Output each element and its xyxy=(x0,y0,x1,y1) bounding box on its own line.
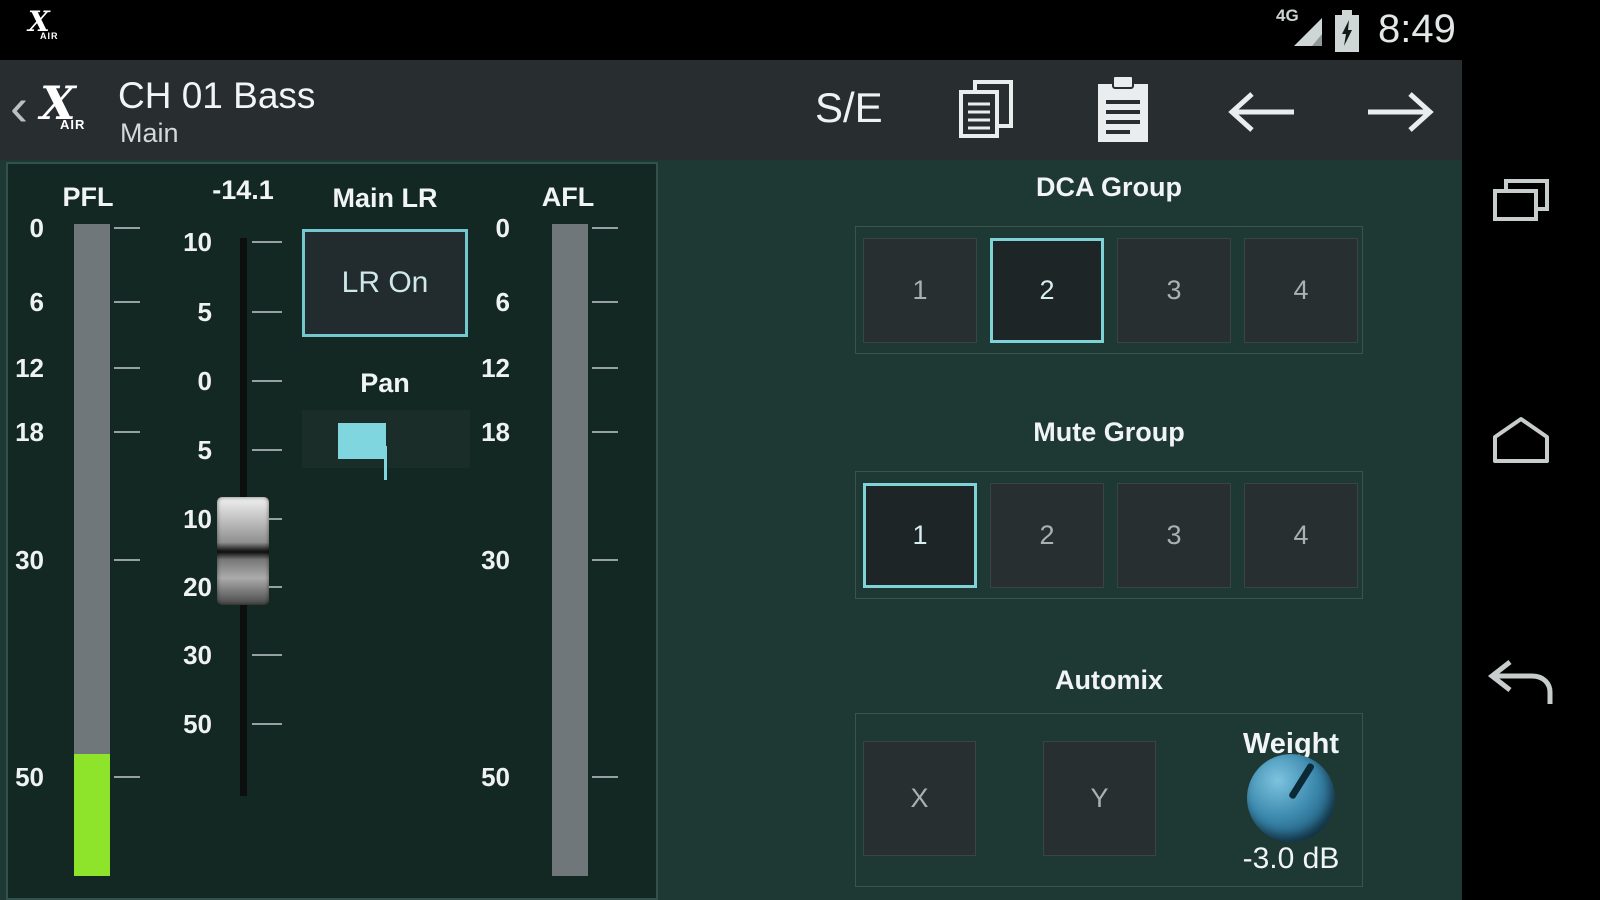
fader-scale-20: 20 xyxy=(150,573,212,601)
channel-title: CH 01 Bass xyxy=(118,75,315,117)
automix-weight-knob[interactable] xyxy=(1247,754,1335,842)
logo-air: AIR xyxy=(60,118,85,131)
dca-button-4[interactable]: 4 xyxy=(1244,238,1358,343)
android-nav-bar xyxy=(1462,60,1600,900)
pfl-tick xyxy=(114,431,140,433)
prev-channel-arrow-icon[interactable] xyxy=(1224,88,1298,136)
lr-on-button[interactable]: LR On xyxy=(302,229,468,337)
pfl-label: PFL xyxy=(53,182,123,213)
fader-db-value: -14.1 xyxy=(193,175,293,206)
back-icon[interactable] xyxy=(1486,658,1556,706)
fader-tick xyxy=(252,311,282,313)
mute-group-label: Mute Group xyxy=(1009,417,1209,448)
automix-label: Automix xyxy=(1009,665,1209,696)
mute-button-3[interactable]: 3 xyxy=(1117,483,1231,588)
fader-scale-5b: 5 xyxy=(150,436,212,464)
pfl-tick xyxy=(114,367,140,369)
pfl-tick xyxy=(114,301,140,303)
dca-button-3[interactable]: 3 xyxy=(1117,238,1231,343)
pfl-scale-18: 18 xyxy=(4,418,44,446)
pfl-scale-50: 50 xyxy=(4,763,44,791)
mute-group-box: 1 2 3 4 xyxy=(855,471,1363,599)
automix-x-button[interactable]: X xyxy=(863,741,976,856)
pfl-scale-0: 0 xyxy=(4,214,44,242)
fader-tick xyxy=(252,449,282,451)
back-button[interactable]: ‹ xyxy=(10,80,28,134)
afl-scale-12: 12 xyxy=(470,354,510,382)
afl-scale-30: 30 xyxy=(470,546,510,574)
pfl-scale-30: 30 xyxy=(4,546,44,574)
fader-tick xyxy=(252,723,282,725)
fader-tick xyxy=(252,380,282,382)
paste-icon[interactable] xyxy=(1094,76,1152,144)
automix-box: X Y Weight -3.0 dB xyxy=(855,713,1363,887)
battery-charging-icon xyxy=(1334,10,1360,52)
mute-button-4[interactable]: 4 xyxy=(1244,483,1358,588)
home-icon[interactable] xyxy=(1490,416,1552,464)
automix-weight-value: -3.0 dB xyxy=(1206,842,1376,876)
pfl-tick xyxy=(114,227,140,229)
clock: 8:49 xyxy=(1378,7,1456,52)
afl-scale-18: 18 xyxy=(470,418,510,446)
fader-scale-0: 0 xyxy=(150,367,212,395)
afl-scale-0: 0 xyxy=(470,214,510,242)
dca-button-2[interactable]: 2 xyxy=(990,238,1104,343)
dca-button-1[interactable]: 1 xyxy=(863,238,977,343)
fader-tick xyxy=(252,654,282,656)
pan-label: Pan xyxy=(340,368,430,399)
fader-scale-5a: 5 xyxy=(150,298,212,326)
dca-group-box: 1 2 3 4 xyxy=(855,226,1363,354)
afl-tick xyxy=(592,776,618,778)
pfl-meter xyxy=(74,224,110,876)
automix-y-button[interactable]: Y xyxy=(1043,741,1156,856)
afl-tick xyxy=(592,227,618,229)
afl-meter xyxy=(552,224,588,876)
pfl-scale-12: 12 xyxy=(4,354,44,382)
knob-needle xyxy=(1288,762,1315,800)
mute-button-2[interactable]: 2 xyxy=(990,483,1104,588)
recents-icon[interactable] xyxy=(1492,178,1550,222)
pfl-tick xyxy=(114,559,140,561)
afl-label: AFL xyxy=(533,182,603,213)
next-channel-arrow-icon[interactable] xyxy=(1364,88,1438,136)
xair-logo-small: X AIR xyxy=(28,8,59,41)
pfl-tick xyxy=(114,776,140,778)
afl-tick xyxy=(592,559,618,561)
logo-air: AIR xyxy=(40,32,59,41)
status-bar: X AIR 4G 8:49 xyxy=(0,0,1600,60)
solo-edit-button[interactable]: S/E xyxy=(815,84,883,132)
afl-scale-6: 6 xyxy=(470,288,510,316)
main-lr-label: Main LR xyxy=(320,183,450,214)
xair-logo: X AIR xyxy=(40,80,85,131)
screen: X AIR 4G 8:49 ‹ X AIR CH 01 Bass Main S/… xyxy=(0,0,1600,900)
fader-scale-10b: 10 xyxy=(150,505,212,533)
fader-scale-30: 30 xyxy=(150,641,212,669)
pfl-scale-6: 6 xyxy=(4,288,44,316)
fader-scale-10a: 10 xyxy=(150,228,212,256)
afl-tick xyxy=(592,431,618,433)
afl-tick xyxy=(592,301,618,303)
dca-group-label: DCA Group xyxy=(1009,172,1209,203)
fader-scale-50: 50 xyxy=(150,710,212,738)
fader-tick xyxy=(252,241,282,243)
pan-handle[interactable] xyxy=(338,423,386,459)
pan-slider[interactable] xyxy=(302,410,470,468)
signal-icon xyxy=(1292,16,1324,48)
fader-handle[interactable] xyxy=(217,497,269,605)
app-header: ‹ X AIR CH 01 Bass Main S/E xyxy=(0,60,1600,160)
channel-subtitle: Main xyxy=(120,118,179,149)
afl-scale-50: 50 xyxy=(470,763,510,791)
pan-handle-stem xyxy=(384,446,387,480)
pfl-meter-level xyxy=(74,754,110,876)
copy-icon[interactable] xyxy=(955,78,1017,142)
afl-tick xyxy=(592,367,618,369)
mute-button-1[interactable]: 1 xyxy=(863,483,977,588)
